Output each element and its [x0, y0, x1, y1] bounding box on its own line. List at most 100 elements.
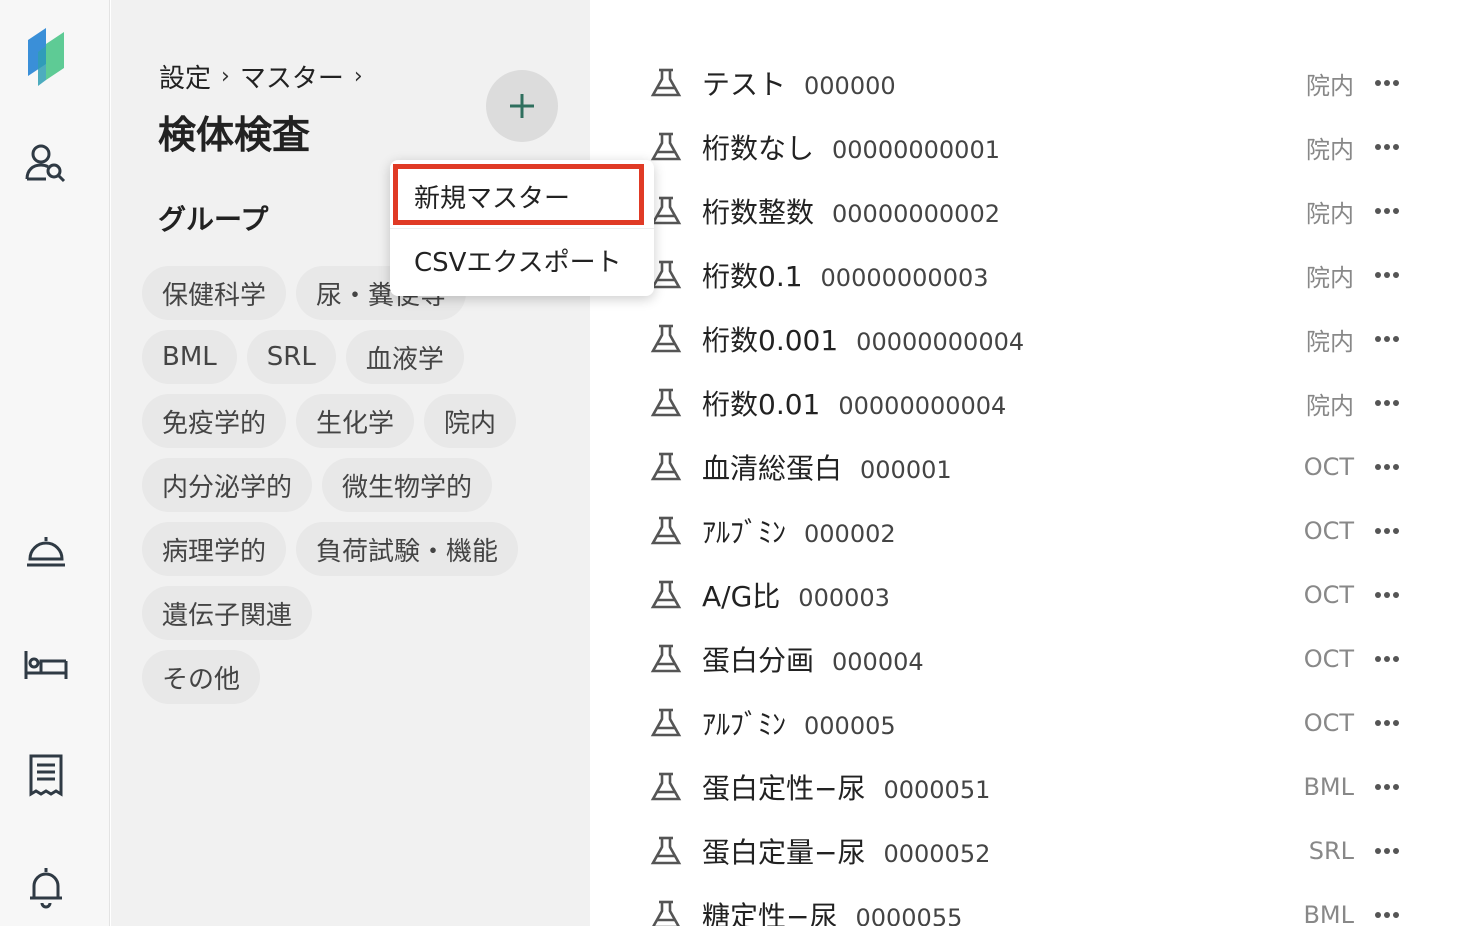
list-item[interactable]: 桁数0.01 00000000004 院内 [590, 371, 1474, 435]
page-title: 検体検査 [158, 113, 311, 157]
item-code: 00000000003 [820, 264, 989, 292]
add-menu: 新規マスター CSVエクスポート [390, 160, 654, 296]
patient-search-icon[interactable] [23, 140, 69, 186]
list-item[interactable]: 血清総蛋白 000001 OCT [590, 435, 1474, 499]
more-options-icon[interactable] [1374, 201, 1400, 221]
group-chips: 保健科学 尿・糞便等 BML SRL 血液学 免疫学的 生化学 院内 内分泌学的 微生物学的 病理学… [142, 266, 562, 714]
group-chip[interactable]: 微生物学的 [322, 458, 493, 512]
menu-item-new-master[interactable]: 新規マスター [390, 164, 654, 228]
list-item[interactable]: 桁数0.1 00000000003 院内 [590, 243, 1474, 307]
more-options-icon[interactable] [1374, 905, 1400, 925]
item-code: 000004 [832, 648, 924, 676]
more-options-icon[interactable] [1374, 585, 1400, 605]
more-options-icon[interactable] [1374, 73, 1400, 93]
bell-icon[interactable] [23, 864, 69, 910]
list-item-name: 糖定性−尿 0000055 [702, 895, 962, 926]
group-chip[interactable]: その他 [142, 650, 261, 704]
group-chip[interactable]: BML [142, 330, 237, 384]
icon-rail [0, 0, 110, 926]
item-name-text: ｱﾙﾌﾞﾐﾝ [702, 708, 787, 741]
list-item-name: 桁数整数 00000000002 [702, 191, 1000, 231]
list-item[interactable]: 糖定性−尿 0000055 BML [590, 883, 1474, 926]
item-name-text: 蛋白定性−尿 [702, 772, 866, 805]
list-item-name: 桁数0.001 00000000004 [702, 319, 1024, 359]
more-options-icon[interactable] [1374, 841, 1400, 861]
list-item[interactable]: 蛋白定量−尿 0000052 SRL [590, 819, 1474, 883]
menu-item-csv-export[interactable]: CSVエクスポート [390, 228, 654, 292]
more-options-icon[interactable] [1374, 713, 1400, 733]
list-item[interactable]: 蛋白定性−尿 0000051 BML [590, 755, 1474, 819]
list-item[interactable]: ｱﾙﾌﾞﾐﾝ 000005 OCT [590, 691, 1474, 755]
group-chip[interactable]: 免疫学的 [142, 394, 287, 448]
group-chip[interactable]: 保健科学 [142, 266, 287, 320]
breadcrumb-settings[interactable]: 設定 [159, 58, 211, 95]
flask-icon [650, 259, 682, 291]
group-chip[interactable]: 院内 [424, 394, 517, 448]
list-item[interactable]: 桁数整数 00000000002 院内 [590, 179, 1474, 243]
flask-icon [650, 515, 682, 547]
group-panel: 設定 › マスター › 検体検査 グループ 保健科学 尿・糞便等 BML SRL 血液学… [111, 0, 590, 926]
group-chip[interactable]: SRL [246, 330, 336, 384]
item-code: 0000052 [883, 840, 991, 868]
group-heading: グループ [158, 203, 269, 236]
chevron-right-icon: › [353, 64, 363, 89]
group-chip[interactable]: 遺伝子関連 [142, 586, 313, 640]
item-code: 000005 [804, 712, 896, 740]
list-item[interactable]: テスト 000000 院内 [590, 51, 1474, 115]
item-name-text: 桁数なし [702, 132, 815, 165]
group-chip[interactable]: 内分泌学的 [142, 458, 313, 512]
item-source-badge: OCT [1303, 453, 1354, 481]
group-chip[interactable]: 負荷試験・機能 [296, 522, 519, 576]
more-options-icon[interactable] [1374, 329, 1400, 349]
bed-icon[interactable] [23, 640, 69, 686]
item-code: 000002 [804, 520, 896, 548]
more-options-icon[interactable] [1374, 777, 1400, 797]
more-options-icon[interactable] [1374, 137, 1400, 157]
chip-row: 病理学的 負荷試験・機能 [142, 522, 562, 576]
chip-row: その他 [142, 650, 562, 704]
item-name-text: ｱﾙﾌﾞﾐﾝ [702, 516, 787, 549]
item-name-text: 血清総蛋白 [702, 452, 843, 485]
list-item[interactable]: A/G比 000003 OCT [590, 563, 1474, 627]
flask-icon [650, 195, 682, 227]
flask-icon [650, 835, 682, 867]
flask-icon [650, 771, 682, 803]
item-code: 00000000001 [832, 136, 1000, 164]
item-source-badge: 院内 [1306, 71, 1354, 100]
item-source-badge: 院内 [1306, 199, 1354, 228]
breadcrumb-master[interactable]: マスター [240, 58, 344, 95]
add-button[interactable] [486, 70, 558, 142]
list-item[interactable]: ｱﾙﾌﾞﾐﾝ 000002 OCT [590, 499, 1474, 563]
group-chip[interactable]: 生化学 [296, 394, 415, 448]
item-name-text: 桁数0.01 [702, 388, 821, 421]
more-options-icon[interactable] [1374, 457, 1400, 477]
item-name-text: 蛋白定量−尿 [702, 836, 866, 869]
flask-icon [650, 579, 682, 611]
item-name-text: テスト [702, 68, 787, 101]
item-source-badge: 院内 [1306, 391, 1354, 420]
list-item[interactable]: 蛋白分画 000004 OCT [590, 627, 1474, 691]
chip-row: 遺伝子関連 [142, 586, 562, 640]
list-item-name: 桁数なし 00000000001 [702, 127, 1000, 167]
item-source-badge: OCT [1303, 581, 1354, 609]
master-list: テスト 000000 院内 桁数なし 00000000001 院内 桁数整数 00000000… [590, 0, 1474, 926]
flask-icon [650, 707, 682, 739]
list-item[interactable]: 桁数0.001 00000000004 院内 [590, 307, 1474, 371]
more-options-icon[interactable] [1374, 521, 1400, 541]
receipt-icon[interactable] [23, 752, 69, 798]
more-options-icon[interactable] [1374, 393, 1400, 413]
app-logo[interactable] [24, 24, 68, 92]
item-source-badge: SRL [1308, 837, 1354, 865]
chip-row: 内分泌学的 微生物学的 [142, 458, 562, 512]
list-item[interactable]: 桁数なし 00000000001 院内 [590, 115, 1474, 179]
item-code: 00000000004 [856, 328, 1025, 356]
more-options-icon[interactable] [1374, 265, 1400, 285]
item-source-badge: 院内 [1306, 327, 1354, 356]
group-chip[interactable]: 病理学的 [142, 522, 287, 576]
flask-icon [650, 67, 682, 99]
list-item-name: 血清総蛋白 000001 [702, 447, 952, 487]
more-options-icon[interactable] [1374, 649, 1400, 669]
list-item-name: 蛋白定量−尿 0000052 [702, 831, 990, 871]
group-chip[interactable]: 血液学 [345, 330, 464, 384]
meal-cloche-icon[interactable] [23, 528, 69, 574]
